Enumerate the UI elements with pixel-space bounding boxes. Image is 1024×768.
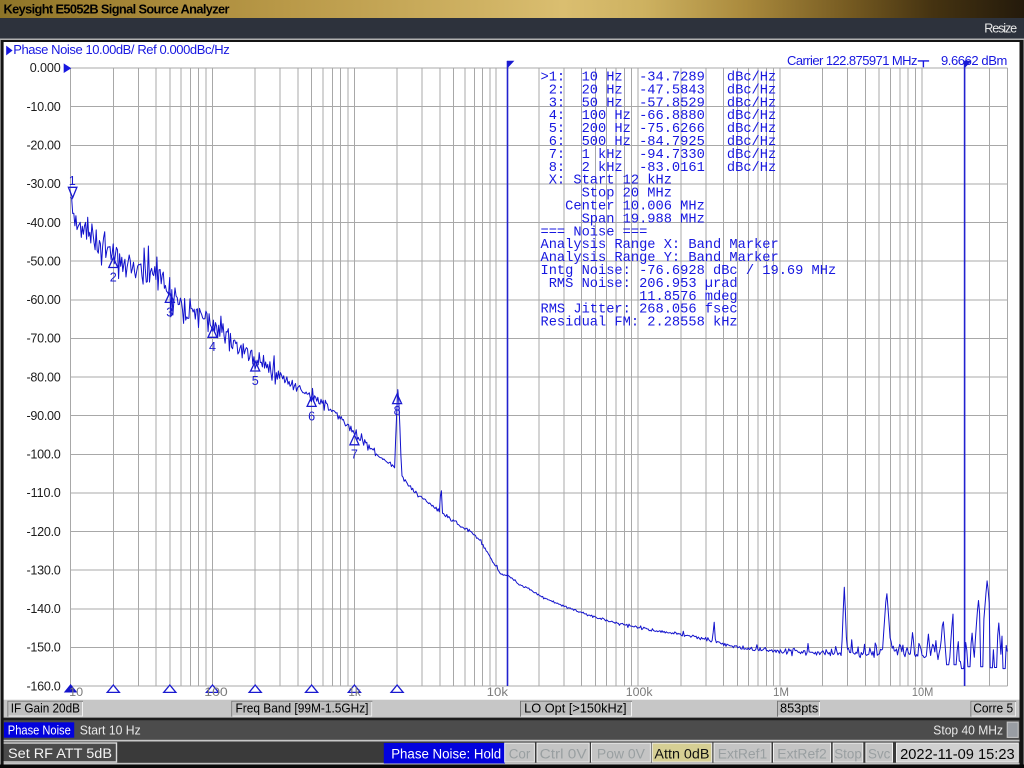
svg-text:1k: 1k (348, 685, 361, 699)
svg-text:Phase Noise: Phase Noise (8, 723, 71, 737)
svg-text:-70.00: -70.00 (27, 332, 61, 346)
svg-text:Start 10 Hz: Start 10 Hz (80, 723, 141, 737)
svg-text:100k: 100k (626, 685, 654, 699)
svg-text:Freq Band [99M-1.5GHz]: Freq Band [99M-1.5GHz] (236, 702, 369, 716)
svg-text:Pow 0V: Pow 0V (597, 746, 645, 761)
svg-text:-50.00: -50.00 (27, 254, 61, 268)
svg-text:ExtRef2: ExtRef2 (777, 746, 827, 761)
svg-text:-30.00: -30.00 (27, 177, 61, 191)
svg-text:5: 5 (252, 374, 259, 388)
svg-text:-110.0: -110.0 (27, 486, 61, 500)
svg-text:Cor: Cor (509, 746, 531, 761)
svg-text:Phase Noise 10.00dB/ Ref 0.000: Phase Noise 10.00dB/ Ref 0.000dBc/Hz (13, 42, 230, 57)
svg-text:-150.0: -150.0 (27, 641, 61, 655)
svg-text:6: 6 (308, 409, 315, 423)
svg-text:ExtRef1: ExtRef1 (718, 746, 768, 761)
svg-text:10k: 10k (487, 685, 509, 699)
svg-text:10: 10 (69, 685, 83, 699)
svg-text:Carrier 122.875971 MHz: Carrier 122.875971 MHz (787, 53, 918, 68)
svg-text:-130.0: -130.0 (27, 563, 61, 577)
svg-text:10M: 10M (912, 685, 934, 699)
svg-text:7: 7 (351, 448, 358, 462)
svg-text:-100.0: -100.0 (27, 448, 61, 462)
svg-text:-10.00: -10.00 (27, 100, 61, 114)
svg-text:Svc: Svc (868, 746, 891, 761)
svg-text:9.6662 dBm: 9.6662 dBm (941, 53, 1007, 68)
svg-text:Resize: Resize (984, 21, 1017, 35)
svg-text:2: 2 (110, 270, 117, 284)
svg-text:1: 1 (69, 174, 76, 188)
svg-text:-40.00: -40.00 (27, 216, 61, 230)
svg-text:4: 4 (209, 340, 216, 354)
svg-text:-20.00: -20.00 (27, 139, 61, 153)
svg-text:100: 100 (204, 685, 228, 699)
svg-text:LO Opt [>150kHz]: LO Opt [>150kHz] (524, 702, 626, 716)
svg-text:-140.0: -140.0 (27, 602, 61, 616)
svg-text:-80.00: -80.00 (27, 370, 61, 384)
svg-text:Attn 0dB: Attn 0dB (654, 746, 709, 761)
svg-text:1M: 1M (773, 685, 789, 699)
svg-text:-90.00: -90.00 (27, 409, 61, 423)
svg-text:853pts: 853pts (780, 702, 818, 716)
svg-text:0.000: 0.000 (30, 61, 61, 75)
svg-text:Stop 40 MHz: Stop 40 MHz (933, 723, 1003, 737)
svg-text:2022-11-09 15:23: 2022-11-09 15:23 (900, 747, 1015, 763)
svg-text:-120.0: -120.0 (27, 525, 61, 539)
svg-text:Phase Noise: Hold: Phase Noise: Hold (391, 746, 501, 761)
svg-text:Ctrl 0V: Ctrl 0V (540, 746, 587, 761)
svg-text:-160.0: -160.0 (27, 679, 61, 693)
svg-text:Set RF ATT 5dB: Set RF ATT 5dB (8, 746, 112, 761)
svg-text:dBc/Hz: dBc/Hz (727, 161, 776, 176)
svg-text:8: 8 (394, 404, 401, 418)
svg-text:Residual FM: 2.28558 kHz: Residual FM: 2.28558 kHz (541, 316, 738, 331)
svg-text:Keysight E5052B Signal Source: Keysight E5052B Signal Source Analyzer (4, 2, 230, 17)
svg-text:IF Gain 20dB: IF Gain 20dB (11, 702, 80, 716)
svg-text:-60.00: -60.00 (27, 293, 61, 307)
svg-text:Stop: Stop (834, 746, 862, 761)
svg-text:3: 3 (166, 305, 173, 319)
svg-text:Corre 5: Corre 5 (973, 702, 1013, 716)
